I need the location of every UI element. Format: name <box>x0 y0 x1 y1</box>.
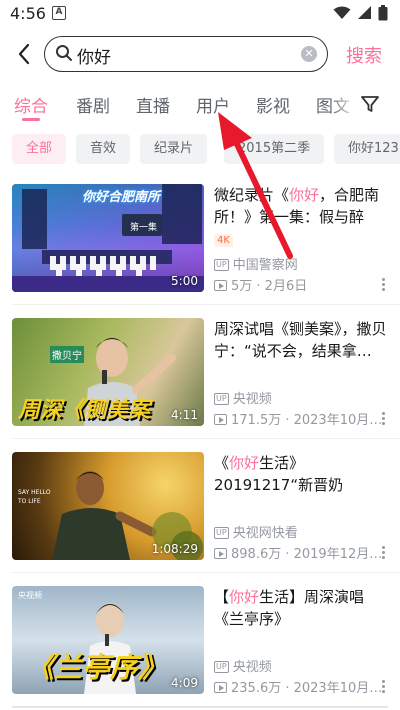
stats-row: 5万 · 2月6日 <box>214 275 307 294</box>
more-options-icon[interactable] <box>382 680 386 694</box>
up-icon: UP <box>214 661 229 673</box>
thumbnail-subtitle: 第一集 <box>130 223 158 233</box>
system-icons <box>333 5 388 21</box>
tab-live[interactable]: 直播 <box>136 92 170 117</box>
tabs-fade <box>330 88 358 122</box>
signal-icon <box>358 6 371 19</box>
stats-row: 898.6万 · 2019年12月… <box>214 543 382 562</box>
tab-users[interactable]: 用户 <box>196 92 230 117</box>
active-tab-indicator <box>22 118 40 121</box>
divider <box>12 304 400 305</box>
play-count-icon <box>214 414 227 425</box>
stats-row: 171.5万 · 2023年10月… <box>214 409 382 428</box>
title-highlight: 你好 <box>289 186 320 204</box>
status-time: 4:56 <box>10 4 46 23</box>
video-item[interactable]: 你好合肥南所 第一集 5:00 微纪录片《你好，合肥南所！》第一集：假与醉 4K… <box>0 184 400 304</box>
home-indicator <box>12 706 388 708</box>
chip-sound[interactable]: 音效 <box>76 134 131 164</box>
divider <box>12 572 400 573</box>
tab-film[interactable]: 影视 <box>256 92 290 117</box>
uploader-row[interactable]: UP 央视网快看 <box>214 522 298 541</box>
notification-icon: A <box>52 6 66 20</box>
uploader-name: 中国警察网 <box>232 258 298 273</box>
video-title: 周深试唱《铡美案》，撒贝宁：“说不会，结果拿… <box>214 318 390 362</box>
thumbnail-caption: 《兰亭序》 <box>26 651 167 684</box>
search-button[interactable]: 搜索 <box>346 42 382 68</box>
up-icon: UP <box>214 259 229 271</box>
title-highlight: 你好 <box>229 588 260 606</box>
search-query: 你好 <box>77 48 111 68</box>
play-count-icon <box>214 280 227 291</box>
filter-icon[interactable] <box>360 94 380 114</box>
video-duration: 4:09 <box>171 676 198 690</box>
chip-documentary[interactable]: 纪录片 <box>140 134 208 164</box>
title-text: 周深试唱《铡美案》，撒贝宁：“说不会，结果拿… <box>214 320 387 360</box>
result-tabs: 综合 番剧 直播 用户 影视 图文 <box>0 88 400 122</box>
play-count-icon <box>214 548 227 559</box>
video-item[interactable]: SAY HELLO TO LIFE 1:08:29 《你好生活》20191217… <box>0 452 400 572</box>
video-title: 《你好生活》20191217“新晋奶爸”撒… <box>214 452 390 496</box>
4k-badge: 4K <box>214 234 233 247</box>
clear-icon[interactable]: ✕ <box>301 46 317 62</box>
video-stats: 171.5万 · 2023年10月… <box>231 413 383 428</box>
uploader-name: 央视频 <box>232 392 272 407</box>
title-highlight: 你好 <box>229 454 260 472</box>
more-options-icon[interactable] <box>382 278 386 292</box>
video-thumbnail[interactable]: 撒贝宁 周深《铡美案 4:11 <box>12 318 204 426</box>
wifi-icon <box>333 6 351 19</box>
search-icon <box>56 45 72 61</box>
chip-hello123[interactable]: 你好123 <box>334 134 400 164</box>
uploader-row[interactable]: UP 央视频 <box>214 656 272 675</box>
up-icon: UP <box>214 527 229 539</box>
filter-chips: 全部 音效 纪录片 2015第二季 你好123 <box>0 134 400 164</box>
battery-icon <box>378 5 388 21</box>
title-text: 《 <box>214 454 230 472</box>
tab-all[interactable]: 综合 <box>14 92 48 117</box>
chip-all[interactable]: 全部 <box>12 134 67 164</box>
video-duration: 5:00 <box>171 274 198 288</box>
channel-logo: 央视频 <box>18 591 42 600</box>
more-options-icon[interactable] <box>382 546 386 560</box>
uploader-row[interactable]: UP 央视频 <box>214 388 272 407</box>
video-duration: 1:08:29 <box>151 542 198 556</box>
video-item[interactable]: 撒贝宁 周深《铡美案 4:11 周深试唱《铡美案》，撒贝宁：“说不会，结果拿… … <box>0 318 400 438</box>
search-input[interactable]: 你好 ✕ <box>44 36 328 72</box>
uploader-row[interactable]: UP 中国警察网 <box>214 254 298 273</box>
thumbnail-side-text: SAY HELLO TO LIFE <box>18 489 51 505</box>
video-item[interactable]: 央视频 《兰亭序》 4:09 【你好生活】周深演唱《兰亭序》 UP 央视频 235… <box>0 586 400 706</box>
video-title: 微纪录片《你好，合肥南所！》第一集：假与醉 <box>214 184 390 228</box>
status-bar: 4:56 A <box>0 0 400 30</box>
video-duration: 4:11 <box>171 408 198 422</box>
uploader-name: 央视网快看 <box>232 526 298 541</box>
thumbnail-logo: 你好合肥南所 <box>82 190 161 205</box>
video-thumbnail[interactable]: 央视频 《兰亭序》 4:09 <box>12 586 204 694</box>
video-thumbnail[interactable]: 你好合肥南所 第一集 5:00 <box>12 184 204 292</box>
title-text: 微纪录片《 <box>214 186 290 204</box>
more-options-icon[interactable] <box>382 412 386 426</box>
back-button[interactable] <box>12 40 38 68</box>
video-title: 【你好生活】周深演唱《兰亭序》 <box>214 586 390 630</box>
chip-season2[interactable]: 2015第二季 <box>224 134 325 164</box>
tab-bangumi[interactable]: 番剧 <box>76 92 110 117</box>
play-count-icon <box>214 682 227 693</box>
up-icon: UP <box>214 393 229 405</box>
uploader-name: 央视频 <box>232 660 272 675</box>
title-text: 【 <box>214 588 230 606</box>
video-stats: 235.6万 · 2023年10月… <box>231 681 383 696</box>
video-stats: 5万 · 2月6日 <box>231 279 308 294</box>
thumbnail-badge: 撒贝宁 <box>50 346 84 363</box>
divider <box>12 438 400 439</box>
video-thumbnail[interactable]: SAY HELLO TO LIFE 1:08:29 <box>12 452 204 560</box>
video-stats: 898.6万 · 2019年12月… <box>231 547 383 562</box>
stats-row: 235.6万 · 2023年10月… <box>214 677 382 696</box>
thumbnail-caption: 周深《铡美案 <box>18 398 151 423</box>
chevron-left-icon <box>18 43 30 65</box>
search-header: 你好 ✕ 搜索 <box>0 34 400 74</box>
